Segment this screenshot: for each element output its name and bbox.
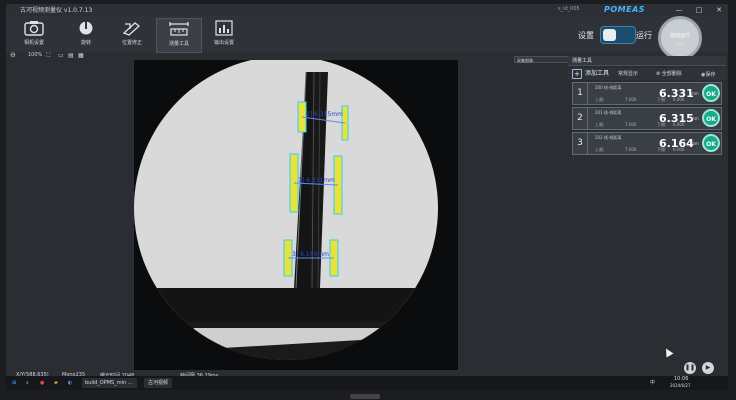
upper-limit-value: 7.000 (625, 97, 637, 102)
camera-view[interactable]: 2] 6.315mm 1] 6.331mm 3] 6.164mm (134, 60, 458, 370)
zoom-level: 100% (28, 52, 43, 58)
lower-limit-value: 6.000 (673, 97, 685, 102)
tool-label: 测量工具 (168, 41, 189, 47)
mouse-cursor-icon (662, 346, 674, 358)
camera-settings-button[interactable]: 相机设置 (12, 18, 56, 51)
lower-limit-label: 下限: (657, 122, 667, 127)
position-correct-button[interactable]: 位置修正 (110, 18, 154, 51)
output-chart-icon (215, 20, 233, 36)
output-settings-button[interactable]: 输出设置 (202, 18, 246, 51)
measurement-unit: mm (691, 116, 699, 121)
camera-icon (24, 21, 44, 36)
settings-toggle[interactable] (600, 26, 636, 44)
run-label: 运行 (636, 31, 652, 40)
run-circle-text: 自动运行 (669, 33, 690, 39)
upper-limit-label: 上限: (595, 147, 605, 152)
minimize-button[interactable]: — (670, 4, 688, 16)
clock-date[interactable]: 2024/6/27 (670, 382, 691, 392)
add-tool-button[interactable]: + 添加工具 (572, 69, 609, 79)
taskbar-item-app[interactable]: 古河视频 (144, 378, 173, 388)
window-controls: — □ ✕ (656, 4, 728, 16)
upper-limit-label: 上限: (595, 122, 605, 127)
measurement-index: 3 (573, 133, 588, 154)
measurement-card-1[interactable]: 1 200 线-线距离 6.331 mm 上限: 7.000 下限: 6.000 (572, 82, 722, 105)
taskbar-item-build[interactable]: build_OPMS_min ... (82, 378, 137, 388)
delete-all-label: 全部删除 (661, 71, 682, 77)
app-title: 古河视频测量仪 v1.0.7.13 (20, 7, 93, 14)
measurement-card-2[interactable]: 2 201 线-线距离 6.315 mm 上限: 7.000 下限: 6.000 (572, 107, 722, 130)
settings-label: 设置 (578, 31, 594, 40)
save-label: 保存 (705, 72, 716, 78)
measure-label-1: 1] 6.331mm (298, 177, 335, 184)
measure-panel-title: 测量工具 (568, 56, 726, 66)
plus-icon: + (572, 69, 582, 79)
measurement-image: 2] 6.315mm 1] 6.331mm 3] 6.164mm (134, 60, 458, 370)
upper-limit-value: 7.000 (625, 147, 637, 152)
search-icon[interactable]: ⌕ (26, 378, 29, 388)
maximize-button[interactable]: □ (690, 4, 708, 16)
lower-limit-value: 6.000 (673, 122, 685, 127)
taskbar: ⊞ ⌕ ● ▰ ◐ build_OPMS_min ... 古河视频 中 10:0… (6, 376, 728, 390)
measurement-unit: mm (691, 141, 699, 146)
zoom-out-icon[interactable]: ⊖ (10, 51, 16, 59)
main-toolbar: 相机设置 旋转 位置修正 测量工具 输出设置 设置 运行 (6, 16, 728, 53)
measure-label-3: 3] 6.164mm (292, 251, 329, 258)
ok-status-badge: OK (702, 134, 720, 152)
measure-tool-icon (169, 22, 189, 36)
delete-all-button[interactable]: ⊗ 全部删除 (656, 69, 682, 79)
layers-icon[interactable]: ▤ (68, 52, 74, 59)
tool-label: 位置修正 (121, 40, 142, 46)
toggle-knob (603, 29, 616, 41)
folder-icon[interactable]: ▰ (54, 378, 58, 388)
window-center-text: s_id_005 (558, 6, 580, 12)
tool-label: 旋转 (80, 40, 91, 46)
measurement-index: 2 (573, 108, 588, 129)
rotate-button[interactable]: 旋转 (64, 18, 108, 51)
grid-icon[interactable]: ▦ (78, 52, 84, 59)
delete-icon: ⊗ (656, 71, 661, 77)
close-button[interactable]: ✕ (710, 4, 728, 16)
edge-icon[interactable]: ◐ (68, 378, 72, 388)
monitor-screen: 古河视频测量仪 v1.0.7.13 s_id_005 POMEAS — □ ✕ … (6, 4, 728, 386)
fit-icon[interactable]: ⛶ (46, 52, 50, 60)
ok-status-badge: OK (702, 109, 720, 127)
measure-tool-button[interactable]: 测量工具 (156, 18, 202, 53)
run-circle-indicator: — (677, 40, 683, 47)
browser-icon[interactable]: ● (40, 378, 44, 388)
tool-label: 输出设置 (213, 40, 234, 46)
display-mode-select[interactable]: 常规显示 (618, 69, 638, 79)
monitor-bezel-logo (350, 394, 380, 399)
measurement-name: 202 线-线距离 (595, 135, 622, 140)
ime-indicator[interactable]: 中 (650, 378, 655, 388)
upper-limit-label: 上限: (595, 97, 605, 102)
image-mode-select[interactable]: 采集图像 (514, 56, 569, 63)
title-bar: 古河视频测量仪 v1.0.7.13 s_id_005 POMEAS — □ ✕ (6, 4, 728, 16)
measure-panel-toolbar: + 添加工具 常规显示 ⊗ 全部删除 ◉保存 (568, 68, 726, 80)
start-icon[interactable]: ⊞ (12, 378, 16, 388)
measurement-name: 200 线-线距离 (595, 85, 622, 90)
lower-limit-value: 6.000 (673, 147, 685, 152)
ok-status-badge: OK (702, 84, 720, 102)
run-button[interactable]: 自动运行 — (658, 16, 702, 60)
upper-limit-value: 7.000 (625, 122, 637, 127)
measure-label-2: 2] 6.315mm (306, 111, 343, 118)
position-correct-icon (122, 22, 141, 36)
lower-limit-label: 下限: (657, 147, 667, 152)
add-tool-label: 添加工具 (585, 70, 610, 77)
zoom-bar: ⊖ 100% ⛶ ▭ ▤ ▦ (6, 51, 136, 62)
rotate-icon (78, 20, 94, 35)
measurement-card-3[interactable]: 3 202 线-线距离 6.164 mm 上限: 7.000 下限: 6.000 (572, 132, 722, 155)
save-button[interactable]: ◉保存 (701, 70, 715, 80)
measurement-name: 201 线-线距离 (595, 110, 622, 115)
lower-limit-label: 下限: (657, 97, 667, 102)
tool-label: 相机设置 (23, 40, 44, 46)
brand-logo: POMEAS (604, 5, 646, 14)
window-icon[interactable]: ▭ (58, 52, 64, 59)
measurement-unit: mm (691, 91, 699, 96)
measurement-index: 1 (573, 83, 588, 104)
